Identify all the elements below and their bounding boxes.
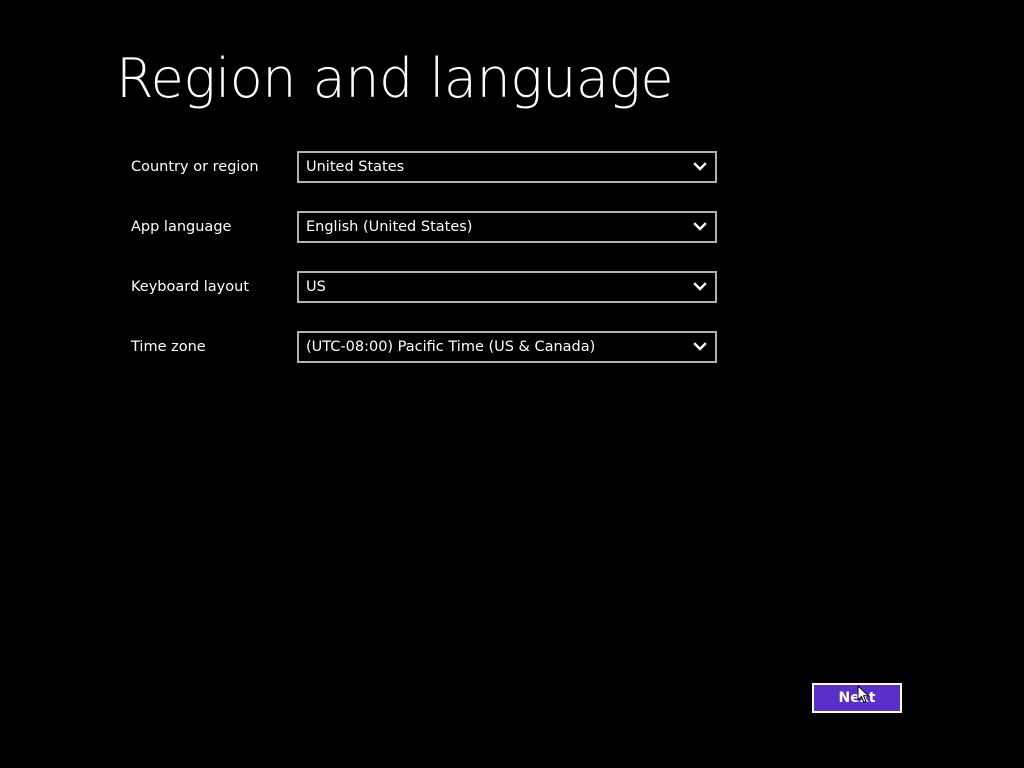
country-row: Country or region United States bbox=[0, 151, 1024, 183]
keyboard-layout-row: Keyboard layout US bbox=[0, 271, 1024, 303]
keyboard-layout-label: Keyboard layout bbox=[131, 279, 250, 295]
country-value: United States bbox=[306, 159, 405, 175]
time-zone-select[interactable]: (UTC-08:00) Pacific Time (US & Canada) bbox=[297, 331, 717, 363]
chevron-down-icon bbox=[693, 161, 707, 173]
app-language-label: App language bbox=[131, 219, 232, 235]
chevron-down-icon bbox=[693, 341, 707, 353]
chevron-down-icon bbox=[693, 281, 707, 293]
country-select[interactable]: United States bbox=[297, 151, 717, 183]
country-label: Country or region bbox=[131, 159, 259, 175]
keyboard-layout-value: US bbox=[306, 279, 326, 295]
time-zone-row: Time zone (UTC-08:00) Pacific Time (US &… bbox=[0, 331, 1024, 363]
app-language-value: English (United States) bbox=[306, 219, 473, 235]
time-zone-label: Time zone bbox=[131, 339, 206, 355]
region-language-form: Country or region United States App lang… bbox=[0, 0, 1024, 768]
app-language-select[interactable]: English (United States) bbox=[297, 211, 717, 243]
app-language-row: App language English (United States) bbox=[0, 211, 1024, 243]
keyboard-layout-select[interactable]: US bbox=[297, 271, 717, 303]
next-button[interactable]: Next bbox=[812, 683, 902, 713]
chevron-down-icon bbox=[693, 221, 707, 233]
setup-page: Region and language Country or region Un… bbox=[0, 0, 1024, 768]
time-zone-value: (UTC-08:00) Pacific Time (US & Canada) bbox=[306, 339, 596, 355]
